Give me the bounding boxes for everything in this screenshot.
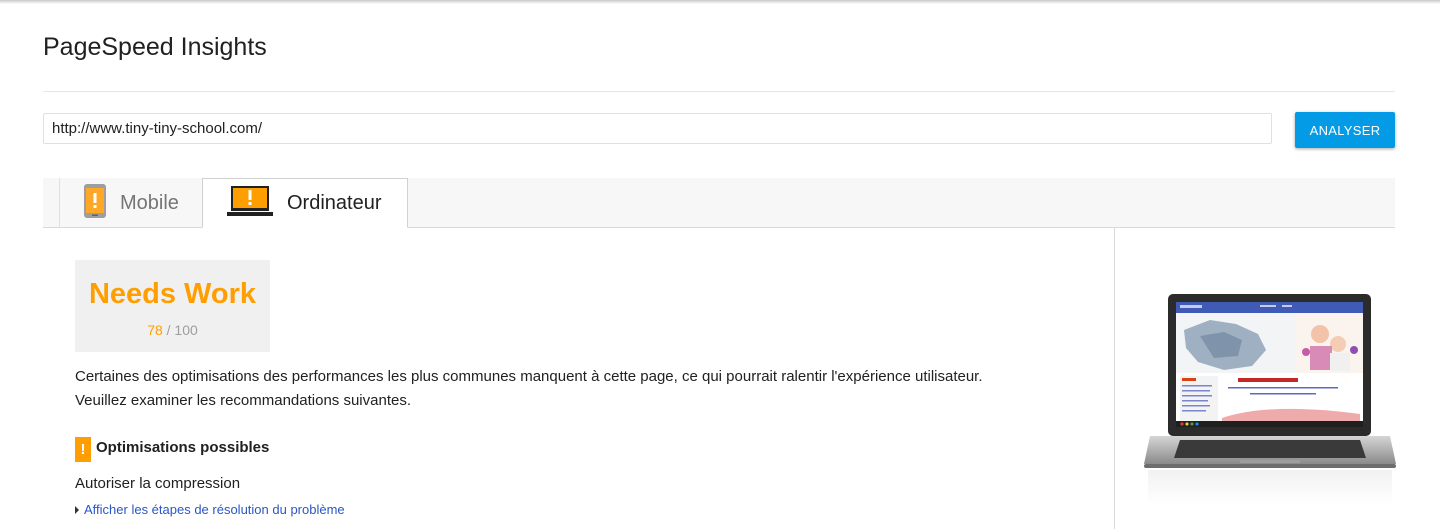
analyze-button[interactable]: ANALYSER	[1295, 112, 1395, 148]
app-title: PageSpeed Insights	[43, 33, 267, 61]
phone-warning-icon	[84, 183, 106, 223]
score-value: 78	[147, 322, 163, 338]
desktop-screenshot-preview	[1140, 290, 1400, 515]
top-shadow	[0, 0, 1440, 4]
show-fix-link[interactable]: Afficher les étapes de résolution du pro…	[75, 502, 345, 517]
tab-mobile-label: Mobile	[120, 191, 179, 214]
header-divider	[43, 91, 1395, 92]
warning-icon: !	[75, 437, 91, 462]
caret-right-icon	[75, 505, 79, 514]
show-fix-link-label: Afficher les étapes de résolution du pro…	[84, 502, 345, 517]
device-tab-bar: Mobile Ordinateur	[43, 178, 1395, 228]
rule-title: Autoriser la compression	[75, 475, 241, 492]
results-divider	[1114, 228, 1115, 529]
tab-mobile[interactable]: Mobile	[59, 178, 202, 228]
score-max: / 100	[166, 322, 198, 338]
score-card: Needs Work 78 / 100	[75, 260, 270, 352]
tab-desktop-label: Ordinateur	[287, 191, 382, 214]
score-label: Needs Work	[88, 278, 257, 310]
laptop-warning-icon	[227, 185, 273, 222]
url-input[interactable]	[43, 113, 1272, 144]
optimizations-heading: Optimisations possibles	[96, 439, 270, 456]
summary-line-1: Certaines des optimisations des performa…	[75, 368, 983, 385]
summary-line-2: Veuillez examiner les recommandations su…	[75, 392, 411, 409]
score-numbers: 78 / 100	[75, 322, 270, 338]
summary-text: Certaines des optimisations des performa…	[75, 365, 1085, 413]
tab-desktop[interactable]: Ordinateur	[202, 178, 408, 228]
